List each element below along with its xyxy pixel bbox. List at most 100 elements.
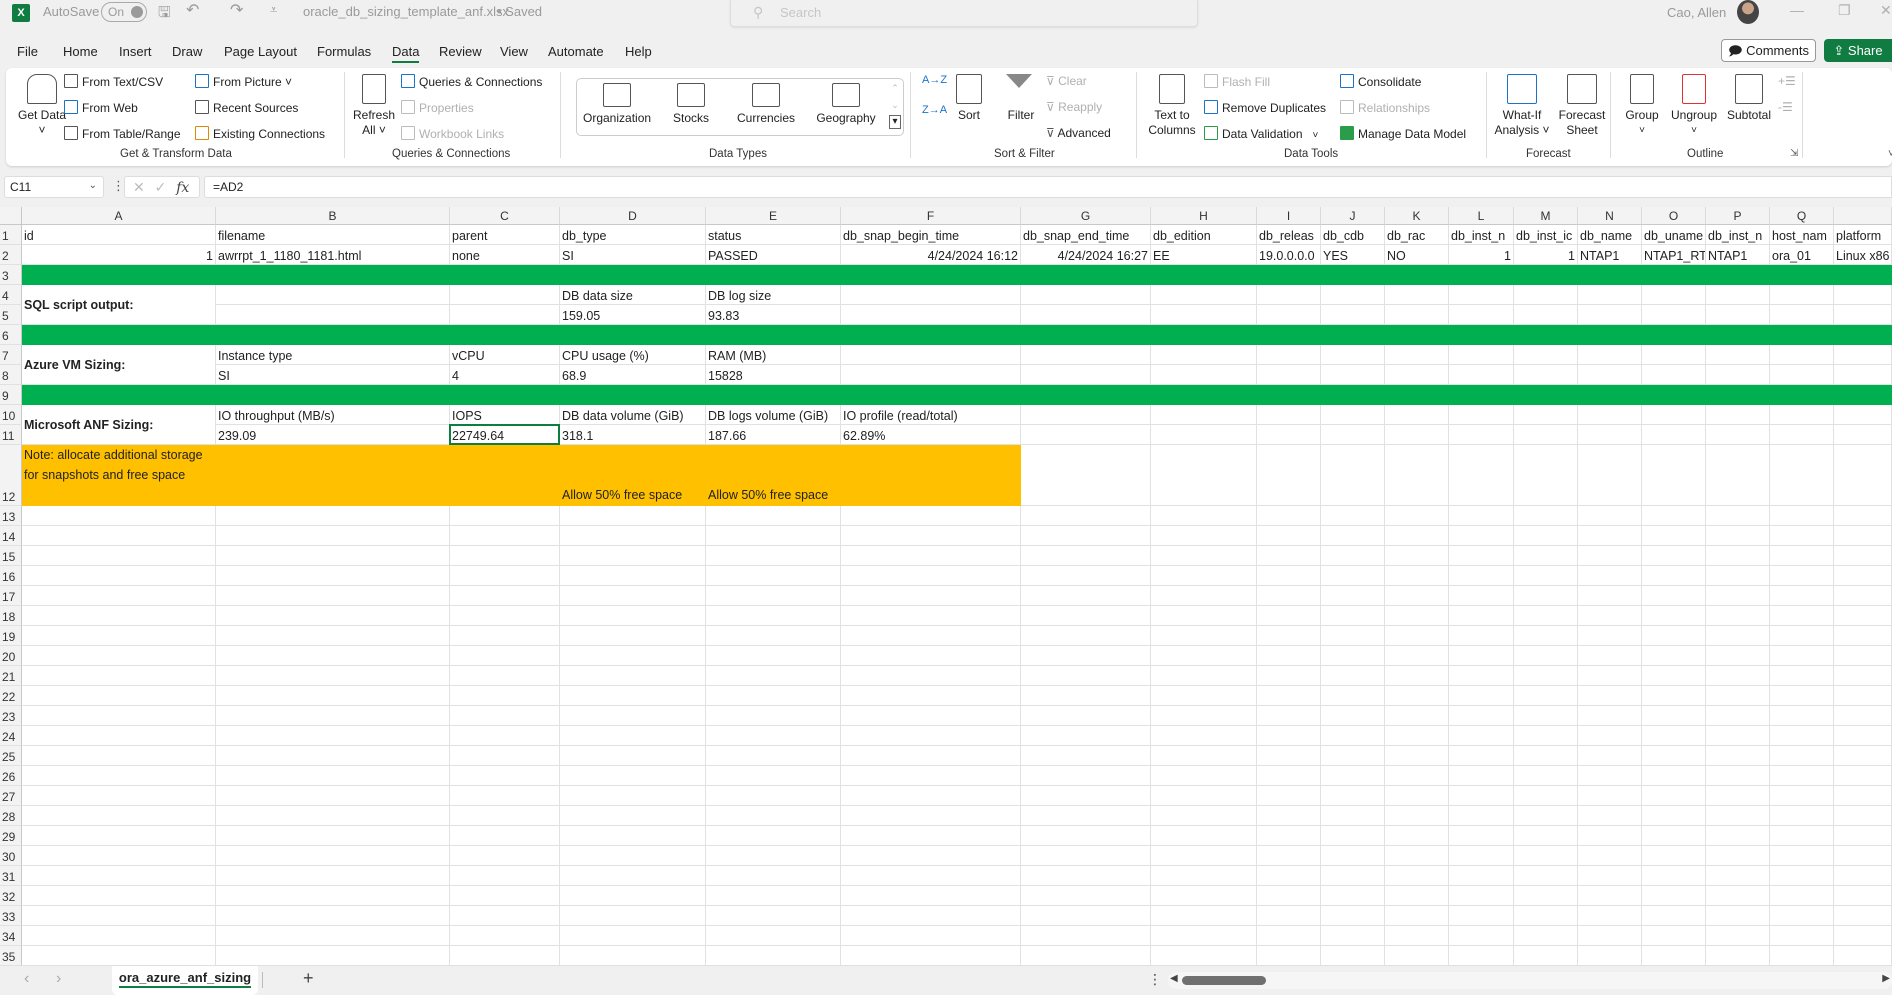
cell[interactable] [706, 566, 841, 586]
cell[interactable] [560, 926, 706, 946]
column-header[interactable]: P [1706, 207, 1770, 225]
cell[interactable] [1514, 365, 1578, 385]
cell[interactable] [22, 666, 216, 686]
vm-header-cell[interactable]: CPU usage (%) [560, 345, 706, 365]
data-cell[interactable]: 1 [22, 245, 216, 265]
cell[interactable] [1385, 445, 1449, 506]
anf-header-cell[interactable]: DB logs volume (GiB) [706, 405, 841, 425]
cell[interactable] [1770, 766, 1834, 786]
row-header[interactable]: 2 [0, 245, 22, 265]
cell[interactable] [216, 826, 450, 846]
cell[interactable] [22, 806, 216, 826]
cell[interactable] [1642, 566, 1706, 586]
cell[interactable] [1514, 786, 1578, 806]
column-header[interactable]: K [1385, 207, 1449, 225]
cell[interactable] [1514, 686, 1578, 706]
sort-ascending-button[interactable]: A→Z [922, 74, 947, 86]
cell[interactable] [1514, 726, 1578, 746]
cell[interactable] [1706, 305, 1770, 325]
save-status[interactable]: • Saved [497, 4, 542, 19]
cell[interactable] [1257, 546, 1321, 566]
cell[interactable] [1706, 946, 1770, 965]
chevron-down-icon[interactable]: ⌄ [89, 180, 97, 191]
cell[interactable] [1151, 666, 1257, 686]
cell[interactable] [706, 586, 841, 606]
cell[interactable] [1385, 345, 1449, 365]
data-cell[interactable]: NTAP1_RT [1642, 245, 1706, 265]
cell[interactable] [1514, 826, 1578, 846]
sql-value-cell[interactable]: 159.05 [560, 305, 706, 325]
cell[interactable] [706, 686, 841, 706]
cell[interactable] [1449, 726, 1514, 746]
cell[interactable] [1834, 546, 1892, 566]
sql-section-label[interactable]: SQL script output: [22, 285, 216, 325]
cell[interactable] [1151, 606, 1257, 626]
cell[interactable] [841, 646, 1021, 666]
text-to-columns-button[interactable]: Text to Columns [1146, 74, 1198, 138]
cell[interactable] [1834, 726, 1892, 746]
cell[interactable] [1514, 445, 1578, 506]
cell[interactable] [1770, 726, 1834, 746]
row-header[interactable]: 9 [0, 385, 22, 405]
cell[interactable] [22, 606, 216, 626]
cell[interactable] [841, 866, 1021, 886]
cell[interactable] [1449, 706, 1514, 726]
cell[interactable] [1706, 526, 1770, 546]
clear-filter-button[interactable]: ⊽ Clear [1046, 74, 1087, 88]
cell[interactable] [1385, 546, 1449, 566]
sql-header-cell[interactable]: DB log size [706, 285, 841, 305]
cell[interactable] [1385, 305, 1449, 325]
cell[interactable] [841, 285, 1021, 305]
enter-icon[interactable]: ✓ [155, 179, 167, 195]
cell[interactable] [1706, 666, 1770, 686]
cell[interactable] [1642, 846, 1706, 866]
cell[interactable] [1514, 766, 1578, 786]
row-header[interactable]: 30 [0, 846, 22, 866]
prev-sheet-icon[interactable]: ‹ [24, 970, 29, 988]
tab-help[interactable]: Help [625, 44, 652, 59]
cell[interactable] [841, 846, 1021, 866]
cell[interactable] [1021, 686, 1151, 706]
column-header[interactable]: J [1321, 207, 1385, 225]
data-validation-button[interactable]: Data Validation ˅ [1204, 126, 1318, 141]
cell[interactable] [1578, 906, 1642, 926]
chevron-up-icon[interactable]: ⌃ [889, 83, 901, 94]
cell[interactable] [1770, 666, 1834, 686]
column-header[interactable]: N [1578, 207, 1642, 225]
vm-header-cell[interactable]: RAM (MB) [706, 345, 841, 365]
cell[interactable] [1834, 445, 1892, 506]
cell[interactable] [1257, 526, 1321, 546]
cell[interactable] [1385, 566, 1449, 586]
restore-icon[interactable]: ❐ [1838, 2, 1851, 19]
cell[interactable] [22, 546, 216, 566]
from-table-range-button[interactable]: From Table/Range [64, 126, 181, 141]
cell[interactable] [1021, 365, 1151, 385]
cell[interactable] [216, 586, 450, 606]
customize-qat-icon[interactable]: ⩡ [270, 2, 277, 18]
header-cell[interactable]: db_snap_end_time [1021, 225, 1151, 245]
cell[interactable] [22, 826, 216, 846]
row-header[interactable]: 22 [0, 686, 22, 706]
cell[interactable] [706, 926, 841, 946]
save-icon[interactable]: 🖫 [158, 2, 171, 27]
cell[interactable] [1385, 405, 1449, 425]
cell[interactable] [1151, 906, 1257, 926]
gallery-more-icon[interactable]: ▾ [889, 115, 901, 129]
cell[interactable] [216, 566, 450, 586]
cell[interactable] [1642, 506, 1706, 526]
cell[interactable] [1706, 546, 1770, 566]
cell[interactable] [1578, 706, 1642, 726]
cell[interactable] [1385, 746, 1449, 766]
cell[interactable] [1151, 866, 1257, 886]
cell[interactable] [1257, 586, 1321, 606]
cell[interactable] [841, 586, 1021, 606]
cell[interactable] [841, 626, 1021, 646]
free-space-note-logs[interactable]: Allow 50% free space [708, 485, 828, 505]
group-button[interactable]: Group ˅ [1620, 74, 1664, 138]
cell[interactable] [1706, 405, 1770, 425]
data-cell[interactable]: NTAP1 [1578, 245, 1642, 265]
row-header[interactable]: 4 [0, 285, 22, 305]
cell[interactable] [1321, 886, 1385, 906]
cell[interactable] [450, 706, 560, 726]
cell[interactable] [1449, 606, 1514, 626]
